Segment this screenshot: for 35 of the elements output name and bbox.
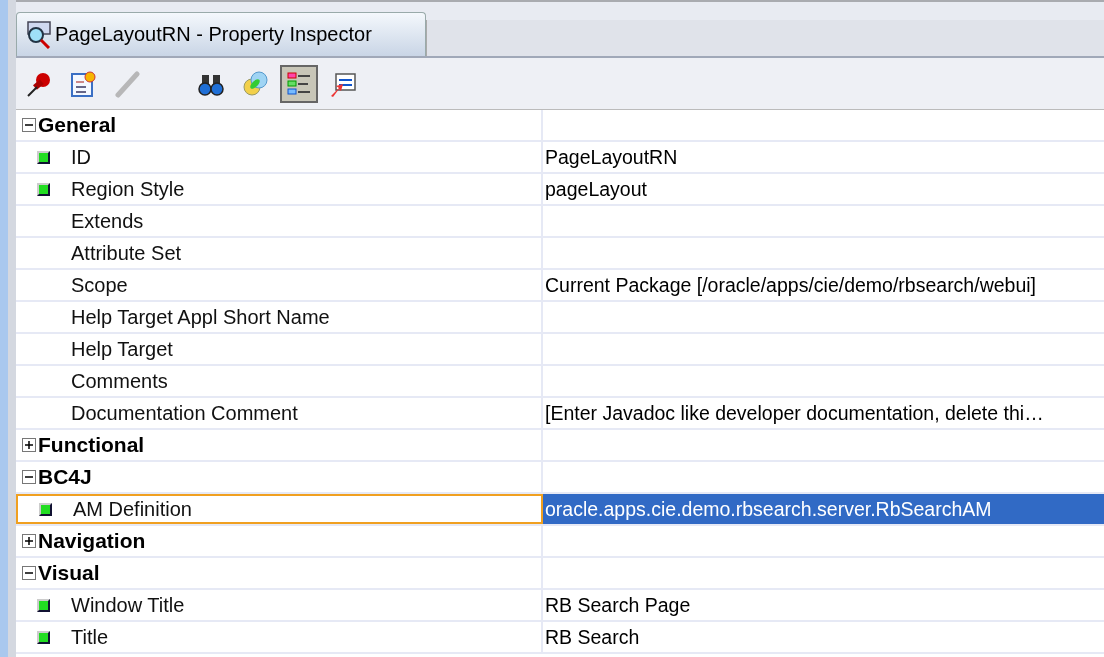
property-value[interactable]: [Enter Javadoc like developer documentation, delete thi… (545, 401, 1044, 425)
pencil-icon (113, 69, 141, 98)
property-name[interactable]: Extends (16, 206, 543, 236)
inspector-tab[interactable]: PageLayoutRN - Property Inspector (16, 12, 426, 56)
expander-toggle[interactable] (22, 470, 36, 484)
expander-toggle[interactable] (22, 118, 36, 132)
expander-toggle[interactable] (22, 534, 36, 548)
circles-icon (241, 69, 269, 98)
property-name[interactable]: Region Style (16, 174, 543, 204)
magnifier-icon (25, 20, 53, 49)
property-name[interactable]: Help Target Appl Short Name (16, 302, 543, 332)
section-heading: Functional (38, 433, 145, 457)
property-value[interactable]: RB Search (545, 625, 640, 649)
list-view-icon (285, 69, 313, 98)
expander-toggle[interactable] (22, 438, 36, 452)
property-value[interactable]: RB Search Page (545, 593, 691, 617)
property-value[interactable]: pageLayout (545, 177, 647, 201)
property-name[interactable]: Help Target (16, 334, 543, 364)
list-view-button[interactable] (280, 64, 318, 103)
expander-toggle[interactable] (22, 566, 36, 580)
property-name[interactable]: Comments (16, 366, 543, 396)
section-heading: Visual (38, 561, 100, 585)
property-name[interactable]: Window Title (16, 590, 543, 620)
tab-title: PageLayoutRN - Property Inspector (55, 23, 372, 46)
section-heading: Navigation (38, 529, 146, 553)
property-name[interactable]: Title (16, 622, 543, 652)
property-value[interactable]: PageLayoutRN (545, 145, 678, 169)
section-heading: General (38, 113, 117, 137)
property-name[interactable]: Documentation Comment (16, 398, 543, 428)
section-heading: BC4J (38, 465, 92, 489)
property-name[interactable]: Attribute Set (16, 238, 543, 268)
property-name[interactable]: ID (16, 142, 543, 172)
property-value[interactable]: Current Package [/oracle/apps/cie/demo/rbsearch/webui] (545, 273, 1036, 297)
property-name[interactable]: Scope (16, 270, 543, 300)
property-name[interactable]: AM Definition (16, 494, 543, 524)
